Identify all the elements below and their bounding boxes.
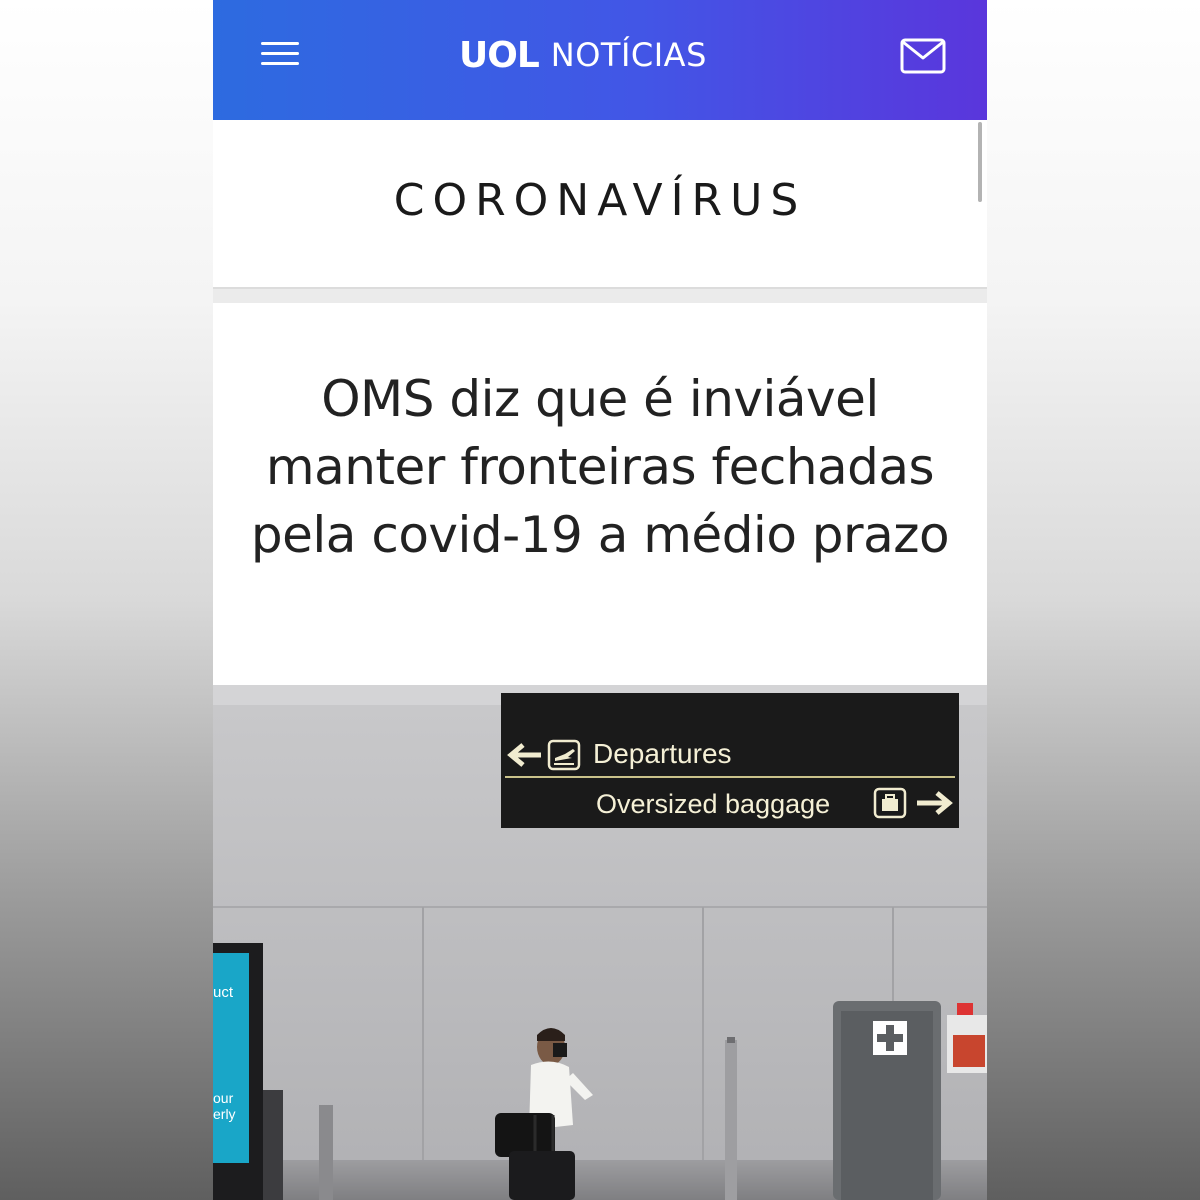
mobile-page: UOL NOTÍCIAS CORONAVÍRUS OMS diz que é i… [213,0,987,1200]
section-title[interactable]: CORONAVÍRUS [213,175,987,226]
article-headline[interactable]: OMS diz que é inviável manter fronteiras… [237,365,963,569]
headline-card: OMS diz que é inviável manter fronteiras… [213,303,987,685]
departures-sign: Departures Oversized baggage [501,693,959,828]
brand-home-link[interactable]: UOL NOTÍCIAS [459,30,707,80]
kiosk-text-2: our [213,1090,234,1106]
section-header: CORONAVÍRUS [213,120,987,289]
article-photo: Departures Oversized baggage uct our erl… [213,685,987,1200]
top-navigation-bar: UOL NOTÍCIAS [213,0,987,120]
hamburger-menu-icon[interactable] [259,40,301,70]
brand-section-label: NOTÍCIAS [550,36,707,74]
envelope-icon[interactable] [899,36,947,76]
first-aid-cabinet [833,1001,941,1200]
kiosk-text-1: uct [213,984,234,1001]
kiosk-text-3: erly [213,1106,236,1122]
sign-departures-text: Departures [593,738,732,769]
scrollbar[interactable] [978,122,982,202]
uol-logo: UOL [459,34,540,76]
sign-oversized-text: Oversized baggage [596,789,830,819]
